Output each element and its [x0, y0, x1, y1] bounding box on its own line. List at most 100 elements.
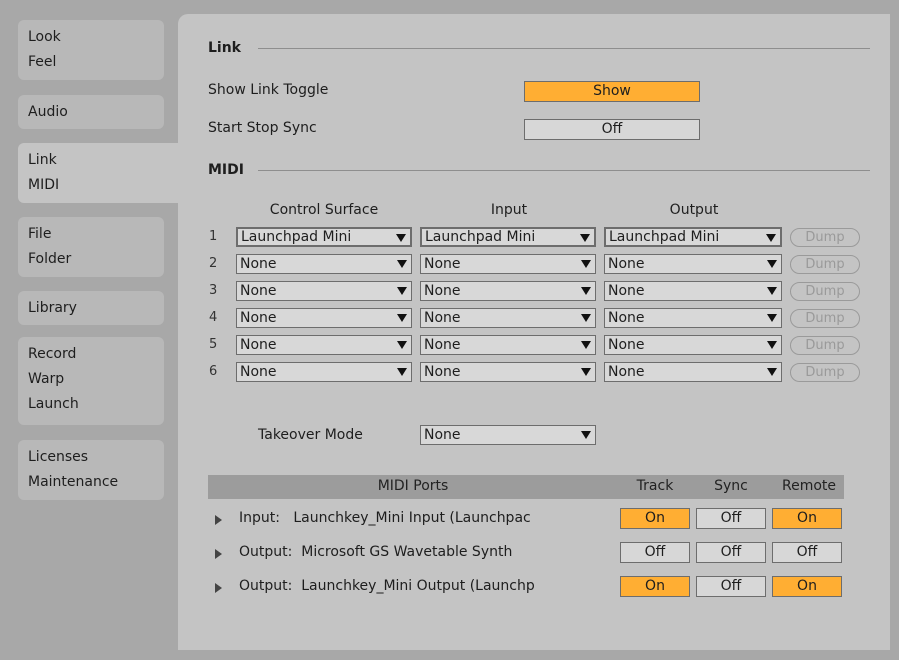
chevron-down-icon: [397, 368, 407, 376]
tab-label: Record: [28, 346, 77, 362]
chevron-down-icon: [581, 314, 591, 322]
dropdown-value: None: [424, 364, 461, 380]
output-column-header: Output: [669, 202, 719, 218]
input-dropdown[interactable]: Launchpad Mini: [420, 227, 596, 247]
expand-triangle-icon[interactable]: [215, 515, 222, 525]
section-divider: [258, 170, 870, 171]
midi-ports-column-header: MIDI Ports: [377, 478, 449, 494]
dump-button[interactable]: Dump: [790, 282, 860, 301]
midi-port-row: Input: Launchkey_Mini Input (Launchpac On…: [208, 508, 868, 532]
tab-label: File: [28, 226, 52, 242]
track-toggle[interactable]: Off: [620, 542, 690, 563]
input-dropdown[interactable]: None: [420, 335, 596, 355]
track-toggle[interactable]: On: [620, 576, 690, 597]
chevron-down-icon: [581, 341, 591, 349]
midi-port-row: Output: Launchkey_Mini Output (Launchp On…: [208, 576, 868, 600]
tab-label: Licenses: [28, 449, 89, 465]
takeover-mode-label: Takeover Mode: [258, 427, 363, 443]
show-link-toggle-button[interactable]: Show: [524, 81, 700, 102]
chevron-down-icon: [397, 260, 407, 268]
tab-label: Feel: [28, 54, 57, 70]
chevron-down-icon: [581, 368, 591, 376]
tab-label: Maintenance: [28, 474, 119, 490]
output-dropdown[interactable]: None: [604, 281, 782, 301]
track-column-header: Track: [636, 478, 674, 494]
chevron-down-icon: [580, 234, 590, 242]
tab-library[interactable]: Library: [18, 291, 164, 325]
output-dropdown[interactable]: None: [604, 362, 782, 382]
control-surface-dropdown[interactable]: None: [236, 308, 412, 328]
input-dropdown[interactable]: None: [420, 362, 596, 382]
remote-toggle[interactable]: On: [772, 508, 842, 529]
dropdown-value: None: [608, 310, 645, 326]
start-stop-sync-button[interactable]: Off: [524, 119, 700, 140]
midi-ports-header: MIDI Ports Track Sync Remote: [208, 475, 844, 499]
tab-label: Launch: [28, 396, 79, 412]
remote-toggle[interactable]: Off: [772, 542, 842, 563]
dump-button[interactable]: Dump: [790, 336, 860, 355]
tab-label: MIDI: [28, 177, 60, 193]
takeover-mode-dropdown[interactable]: None: [420, 425, 596, 445]
control-surface-dropdown[interactable]: None: [236, 254, 412, 274]
midi-port-label: Input: Launchkey_Mini Input (Launchpac: [239, 510, 531, 526]
tab-file-folder[interactable]: File Folder: [18, 217, 164, 277]
input-dropdown[interactable]: None: [420, 281, 596, 301]
tab-label: Audio: [28, 104, 68, 120]
expand-triangle-icon[interactable]: [215, 583, 222, 593]
tab-licenses-maintenance[interactable]: Licenses Maintenance: [18, 440, 164, 500]
dump-button[interactable]: Dump: [790, 363, 860, 382]
chevron-down-icon: [397, 287, 407, 295]
dropdown-value: None: [424, 283, 461, 299]
dump-button[interactable]: Dump: [790, 255, 860, 274]
dump-button[interactable]: Dump: [790, 228, 860, 247]
dropdown-value: None: [424, 427, 461, 443]
tab-link-midi[interactable]: Link MIDI: [18, 143, 188, 203]
midi-row-number: 6: [209, 364, 218, 379]
control-surface-dropdown[interactable]: Launchpad Mini: [236, 227, 412, 247]
tab-audio[interactable]: Audio: [18, 95, 164, 129]
expand-triangle-icon[interactable]: [215, 549, 222, 559]
input-dropdown[interactable]: None: [420, 254, 596, 274]
tab-label: Folder: [28, 251, 72, 267]
sync-toggle[interactable]: Off: [696, 508, 766, 529]
dropdown-value: None: [424, 310, 461, 326]
chevron-down-icon: [766, 234, 776, 242]
chevron-down-icon: [767, 341, 777, 349]
tab-look-feel[interactable]: Look Feel: [18, 20, 164, 80]
sync-toggle[interactable]: Off: [696, 542, 766, 563]
chevron-down-icon: [397, 314, 407, 322]
dropdown-value: None: [240, 310, 277, 326]
control-surface-dropdown[interactable]: None: [236, 281, 412, 301]
tab-record-warp-launch[interactable]: Record Warp Launch: [18, 337, 164, 425]
link-midi-panel: Link Show Link Toggle Show Start Stop Sy…: [178, 14, 890, 650]
dropdown-value: None: [240, 256, 277, 272]
control-surface-dropdown[interactable]: None: [236, 362, 412, 382]
midi-row-number: 5: [209, 337, 218, 352]
remote-toggle[interactable]: On: [772, 576, 842, 597]
sync-toggle[interactable]: Off: [696, 576, 766, 597]
track-toggle[interactable]: On: [620, 508, 690, 529]
input-dropdown[interactable]: None: [420, 308, 596, 328]
midi-row-number: 4: [209, 310, 218, 325]
dropdown-value: None: [424, 256, 461, 272]
preferences-window: Look Feel Audio Link MIDI File Folder Li…: [0, 0, 899, 660]
dropdown-value: None: [240, 283, 277, 299]
chevron-down-icon: [581, 431, 591, 439]
midi-port-label: Output: Launchkey_Mini Output (Launchp: [239, 578, 535, 594]
output-dropdown[interactable]: None: [604, 335, 782, 355]
dump-button[interactable]: Dump: [790, 309, 860, 328]
output-dropdown[interactable]: Launchpad Mini: [604, 227, 782, 247]
midi-row-number: 1: [209, 229, 218, 244]
dropdown-value: None: [424, 337, 461, 353]
chevron-down-icon: [397, 341, 407, 349]
output-dropdown[interactable]: None: [604, 308, 782, 328]
chevron-down-icon: [581, 287, 591, 295]
chevron-down-icon: [581, 260, 591, 268]
dropdown-value: None: [240, 337, 277, 353]
remote-column-header: Remote: [781, 478, 837, 494]
tab-label: Warp: [28, 371, 65, 387]
control-surface-dropdown[interactable]: None: [236, 335, 412, 355]
midi-port-label: Output: Microsoft GS Wavetable Synth: [239, 544, 513, 560]
chevron-down-icon: [767, 287, 777, 295]
output-dropdown[interactable]: None: [604, 254, 782, 274]
